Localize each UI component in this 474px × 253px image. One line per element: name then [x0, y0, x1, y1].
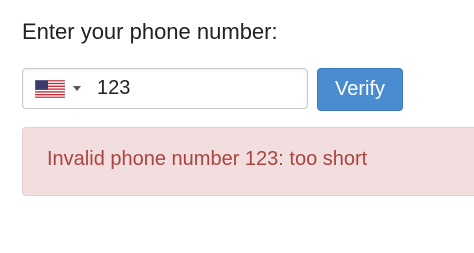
chevron-down-icon — [73, 86, 81, 91]
error-message: Invalid phone number 123: too short — [47, 148, 368, 170]
verify-button[interactable]: Verify — [317, 68, 403, 111]
phone-prompt-label: Enter your phone number: — [22, 19, 278, 44]
error-alert: Invalid phone number 123: too short — [22, 127, 474, 196]
phone-number-input[interactable] — [97, 73, 297, 104]
country-selector[interactable] — [35, 79, 87, 99]
phone-field — [22, 68, 308, 109]
us-flag-icon — [35, 80, 65, 98]
phone-verification-page: Enter your phone number: Verify Invalid … — [0, 0, 474, 253]
